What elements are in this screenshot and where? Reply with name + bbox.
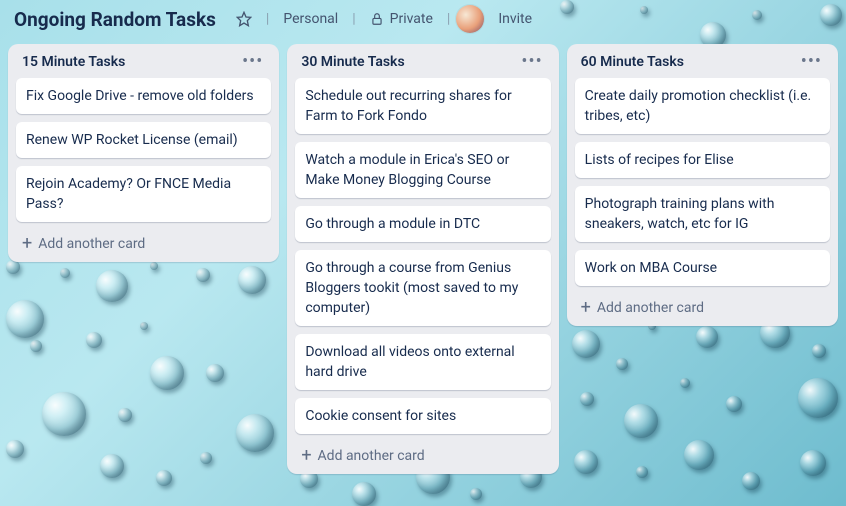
list-header: 30 Minute Tasks ••• xyxy=(295,52,550,70)
card[interactable]: Renew WP Rocket License (email) xyxy=(16,122,271,158)
card[interactable]: Download all videos onto external hard d… xyxy=(295,334,550,390)
plus-icon: + xyxy=(22,237,32,251)
workspace-button[interactable]: Personal xyxy=(275,8,346,30)
lock-icon xyxy=(370,12,384,26)
card[interactable]: Cookie consent for sites xyxy=(295,398,550,434)
board-title[interactable]: Ongoing Random Tasks xyxy=(8,6,222,33)
header-separator: | xyxy=(352,11,355,27)
add-card-button[interactable]: + Add another card xyxy=(575,294,830,318)
card[interactable]: Go through a course from Genius Bloggers… xyxy=(295,250,550,326)
list-header: 15 Minute Tasks ••• xyxy=(16,52,271,70)
card[interactable]: Photograph training plans with sneakers,… xyxy=(575,186,830,242)
visibility-label: Private xyxy=(390,11,433,27)
visibility-button[interactable]: Private xyxy=(362,8,441,30)
list-title[interactable]: 30 Minute Tasks xyxy=(301,54,404,70)
invite-label: Invite xyxy=(498,11,532,27)
add-card-label: Add another card xyxy=(597,300,704,316)
list-menu-button[interactable]: ••• xyxy=(799,57,824,67)
card[interactable]: Lists of recipes for Elise xyxy=(575,142,830,178)
lists-container: 15 Minute Tasks ••• Fix Google Drive - r… xyxy=(0,40,846,482)
star-button[interactable] xyxy=(228,8,260,30)
plus-icon: + xyxy=(581,301,591,315)
list-60-minute-tasks: 60 Minute Tasks ••• Create daily promoti… xyxy=(567,44,838,326)
header-separator: | xyxy=(266,11,269,27)
add-card-button[interactable]: + Add another card xyxy=(295,442,550,466)
card[interactable]: Create daily promotion checklist (i.e. t… xyxy=(575,78,830,134)
add-card-label: Add another card xyxy=(318,448,425,464)
card[interactable]: Watch a module in Erica's SEO or Make Mo… xyxy=(295,142,550,198)
list-30-minute-tasks: 30 Minute Tasks ••• Schedule out recurri… xyxy=(287,44,558,474)
star-icon xyxy=(236,11,252,27)
add-card-button[interactable]: + Add another card xyxy=(16,230,271,254)
card[interactable]: Schedule out recurring shares for Farm t… xyxy=(295,78,550,134)
card[interactable]: Rejoin Academy? Or FNCE Media Pass? xyxy=(16,166,271,222)
list-15-minute-tasks: 15 Minute Tasks ••• Fix Google Drive - r… xyxy=(8,44,279,262)
plus-icon: + xyxy=(301,449,311,463)
list-header: 60 Minute Tasks ••• xyxy=(575,52,830,70)
header-separator: | xyxy=(447,11,450,27)
workspace-label: Personal xyxy=(283,11,338,27)
board-header: Ongoing Random Tasks | Personal | Privat… xyxy=(0,0,846,40)
list-menu-button[interactable]: ••• xyxy=(240,57,265,67)
member-avatar[interactable] xyxy=(456,5,484,33)
list-menu-button[interactable]: ••• xyxy=(519,57,544,67)
list-title[interactable]: 15 Minute Tasks xyxy=(22,54,125,70)
card[interactable]: Work on MBA Course xyxy=(575,250,830,286)
board: Ongoing Random Tasks | Personal | Privat… xyxy=(0,0,846,506)
add-card-label: Add another card xyxy=(38,236,145,252)
card[interactable]: Fix Google Drive - remove old folders xyxy=(16,78,271,114)
invite-button[interactable]: Invite xyxy=(490,8,540,30)
list-title[interactable]: 60 Minute Tasks xyxy=(581,54,684,70)
card[interactable]: Go through a module in DTC xyxy=(295,206,550,242)
